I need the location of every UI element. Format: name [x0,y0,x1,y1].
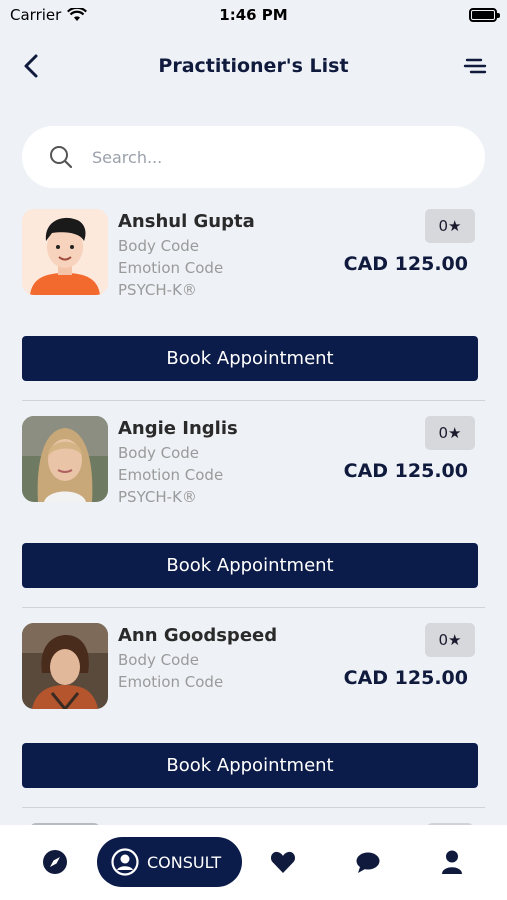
back-button[interactable] [18,52,46,80]
rating-badge: 0★ [425,623,475,657]
consult-label: CONSULT [147,852,222,872]
wifi-icon [67,8,88,21]
price-label: CAD 125.00 [343,253,468,275]
carrier-label: Carrier [10,6,62,24]
cartoon-avatar-image [22,209,108,295]
battery-icon [469,8,500,22]
book-appointment-button[interactable]: Book Appointment [22,743,478,788]
price-label: CAD 125.00 [343,460,468,482]
practitioner-name[interactable]: Anshul Gupta [118,211,255,232]
specialty-label: Emotion Code [118,259,224,277]
consult-tab[interactable]: CONSULT [97,837,242,887]
status-left: Carrier [10,6,88,24]
search-icon [50,146,73,169]
avatar[interactable] [22,623,108,709]
practitioner-card: Ann Goodspeed Body Code Emotion Code 0★ … [22,619,485,819]
practitioner-card: Angie Inglis Body Code Emotion Code PSYC… [22,412,485,619]
avatar[interactable] [22,416,108,502]
specialty-label: Body Code [118,237,200,255]
compass-icon[interactable] [42,849,68,875]
divider [22,400,485,401]
header: Practitioner's List [0,40,507,92]
specialty-label: Body Code [118,444,200,462]
price-label: CAD 125.00 [343,667,468,689]
filter-menu-button[interactable] [461,52,489,80]
practitioner-card: Anshul Gupta Body Code Emotion Code PSYC… [22,205,485,412]
status-bar: Carrier 1:46 PM [0,0,507,30]
rating-badge: 0★ [425,209,475,243]
book-appointment-button[interactable]: Book Appointment [22,336,478,381]
person-icon[interactable] [439,849,465,875]
practitioner-name[interactable]: Ann Goodspeed [118,625,277,646]
rating-badge: 0★ [425,416,475,450]
book-appointment-button[interactable]: Book Appointment [22,543,478,588]
status-time: 1:46 PM [219,6,288,24]
specialty-label: Body Code [118,651,200,669]
page-title: Practitioner's List [158,55,349,77]
practitioner-list[interactable]: Anshul Gupta Body Code Emotion Code PSYC… [22,205,485,825]
photo-avatar-image [22,623,108,709]
bottom-navigation: CONSULT [0,825,507,900]
specialty-label: PSYCH-K® [118,488,197,506]
search-bar[interactable] [22,126,485,188]
divider [22,607,485,608]
chat-icon[interactable] [355,849,381,875]
search-input[interactable] [92,147,432,167]
practitioner-name[interactable]: Angie Inglis [118,418,238,439]
user-circle-icon [111,848,139,876]
divider [22,807,485,808]
specialty-label: PSYCH-K® [118,281,197,299]
specialty-label: Emotion Code [118,466,224,484]
heart-icon[interactable] [270,849,296,875]
specialty-label: Emotion Code [118,673,224,691]
avatar[interactable] [22,209,108,295]
photo-avatar-image [22,416,108,502]
